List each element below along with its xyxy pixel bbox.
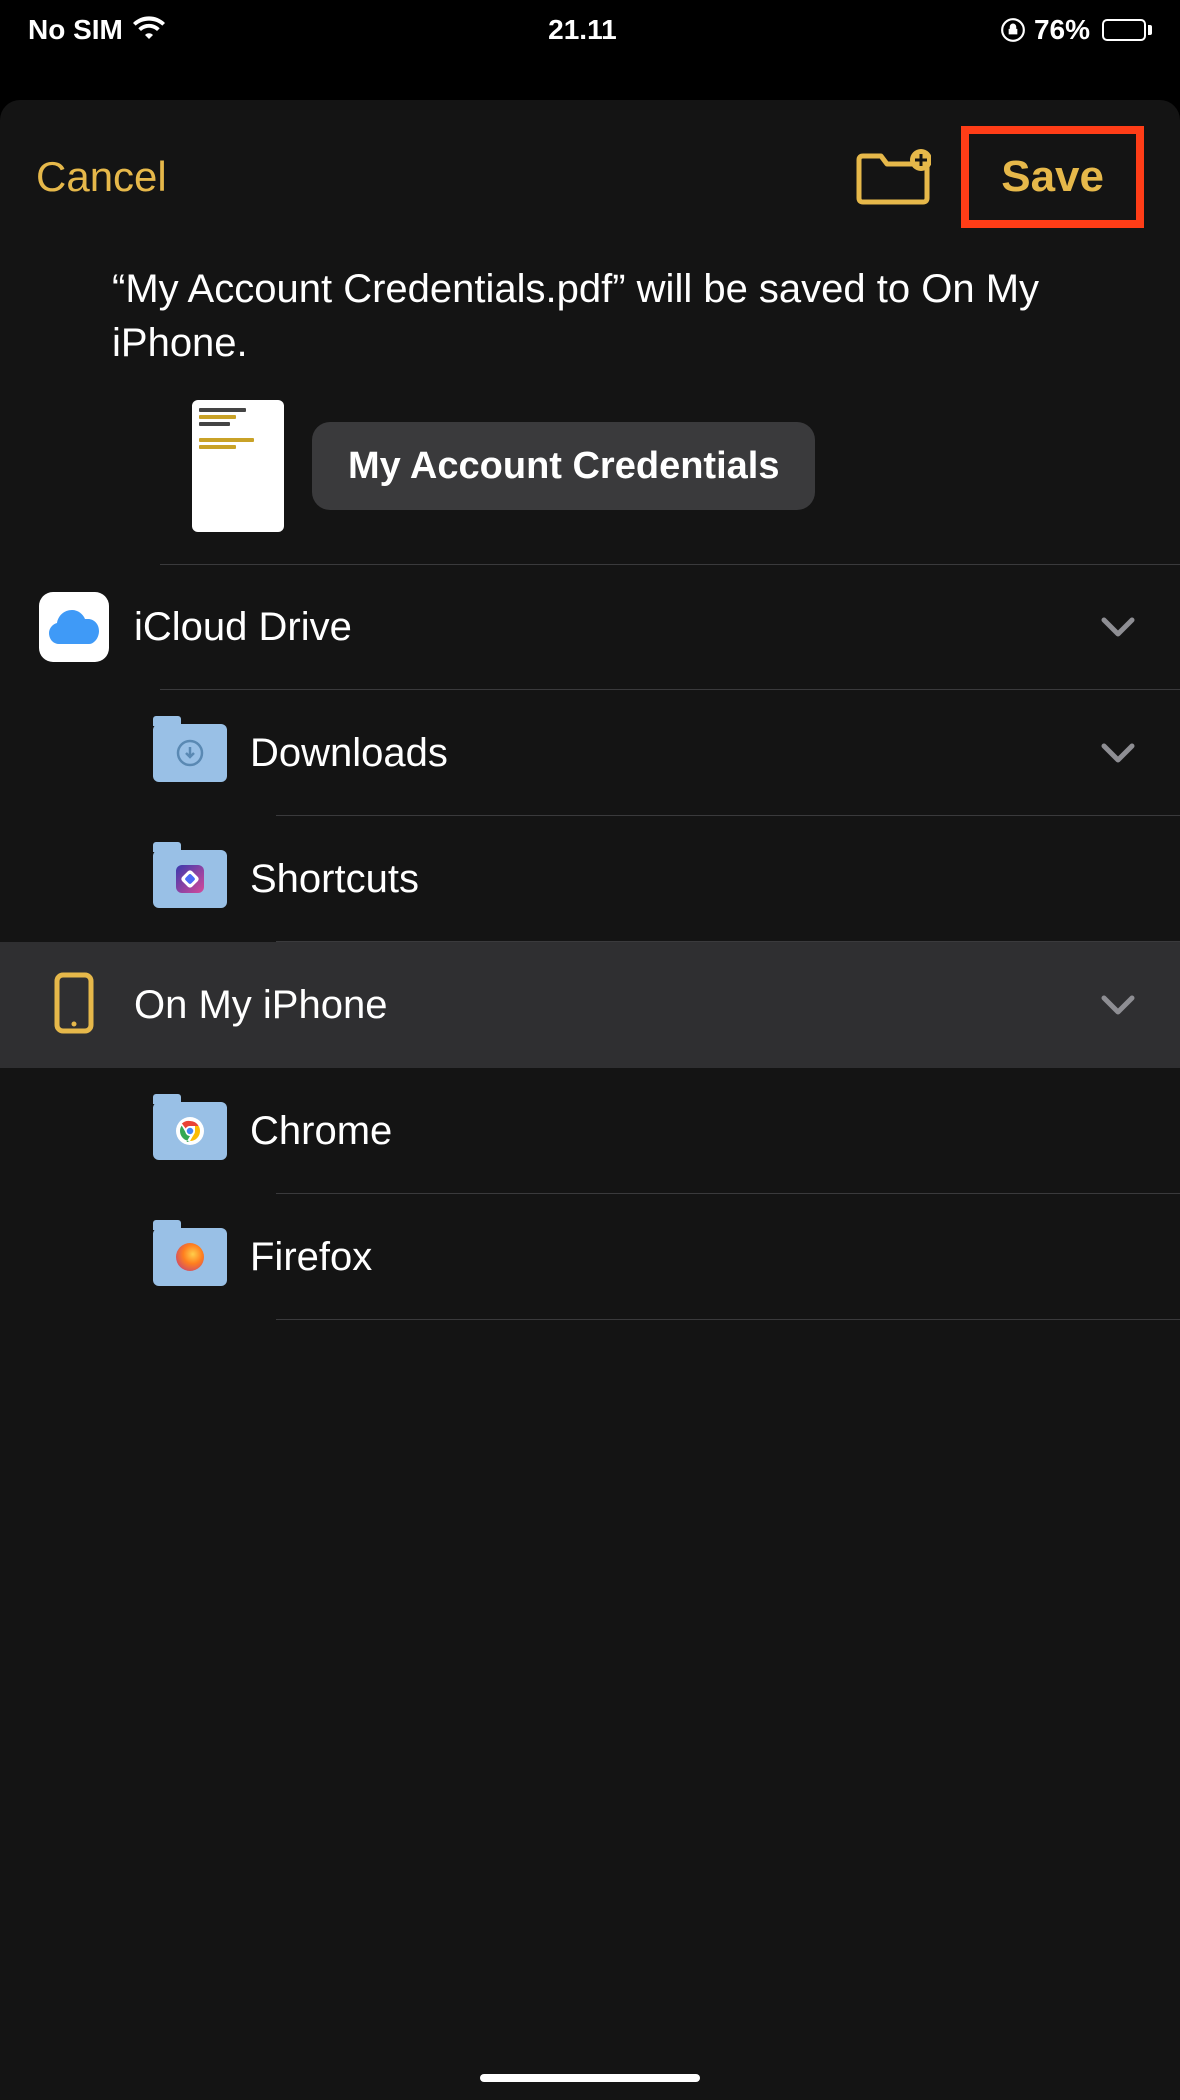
location-label: Shortcuts [250, 857, 1180, 902]
file-preview-row: My Account Credentials [0, 400, 1180, 564]
filename-text: My Account Credentials [348, 445, 779, 488]
location-label: Firefox [250, 1235, 1180, 1280]
chevron-down-icon [1100, 994, 1136, 1016]
status-right: 76% [1000, 14, 1152, 46]
filename-field[interactable]: My Account Credentials [312, 422, 815, 510]
rotation-lock-icon [1000, 17, 1026, 43]
location-firefox[interactable]: Firefox [0, 1194, 1180, 1320]
status-bar: No SIM 21.11 76% [0, 0, 1180, 58]
folder-icon [153, 724, 227, 782]
location-label: On My iPhone [134, 983, 1100, 1028]
sheet-header: Cancel Save [0, 100, 1180, 254]
new-folder-icon[interactable] [855, 148, 931, 206]
location-chrome[interactable]: Chrome [0, 1068, 1180, 1194]
home-indicator[interactable] [480, 2074, 700, 2082]
folder-icon [153, 1228, 227, 1286]
chevron-down-icon [1100, 616, 1136, 638]
status-left: No SIM [28, 14, 165, 46]
save-description: “My Account Credentials.pdf” will be sav… [0, 254, 1180, 400]
folder-icon [153, 850, 227, 908]
battery-icon [1098, 19, 1152, 41]
location-downloads[interactable]: Downloads [0, 690, 1180, 816]
location-shortcuts[interactable]: Shortcuts [0, 816, 1180, 942]
save-button[interactable]: Save [1001, 152, 1104, 201]
background-app-header: Done My Account Credentials [0, 58, 1180, 76]
location-list: iCloud Drive Downloads [0, 564, 1180, 1320]
icloud-icon [39, 592, 109, 662]
wifi-icon [133, 14, 165, 46]
location-label: iCloud Drive [134, 605, 1100, 650]
save-file-sheet: Cancel Save “My Account Credentials.pdf”… [0, 100, 1180, 2100]
carrier-label: No SIM [28, 14, 123, 46]
header-right: Save [855, 126, 1144, 228]
iphone-icon [54, 972, 94, 1039]
cancel-button[interactable]: Cancel [36, 153, 167, 201]
location-on-my-iphone[interactable]: On My iPhone [0, 942, 1180, 1068]
save-button-highlight: Save [961, 126, 1144, 228]
chevron-down-icon [1100, 742, 1136, 764]
file-thumbnail[interactable] [192, 400, 284, 532]
location-label: Downloads [250, 731, 1100, 776]
folder-icon [153, 1102, 227, 1160]
location-label: Chrome [250, 1109, 1180, 1154]
battery-percent-label: 76% [1034, 14, 1090, 46]
location-icloud-drive[interactable]: iCloud Drive [0, 564, 1180, 690]
time-label: 21.11 [548, 14, 617, 46]
